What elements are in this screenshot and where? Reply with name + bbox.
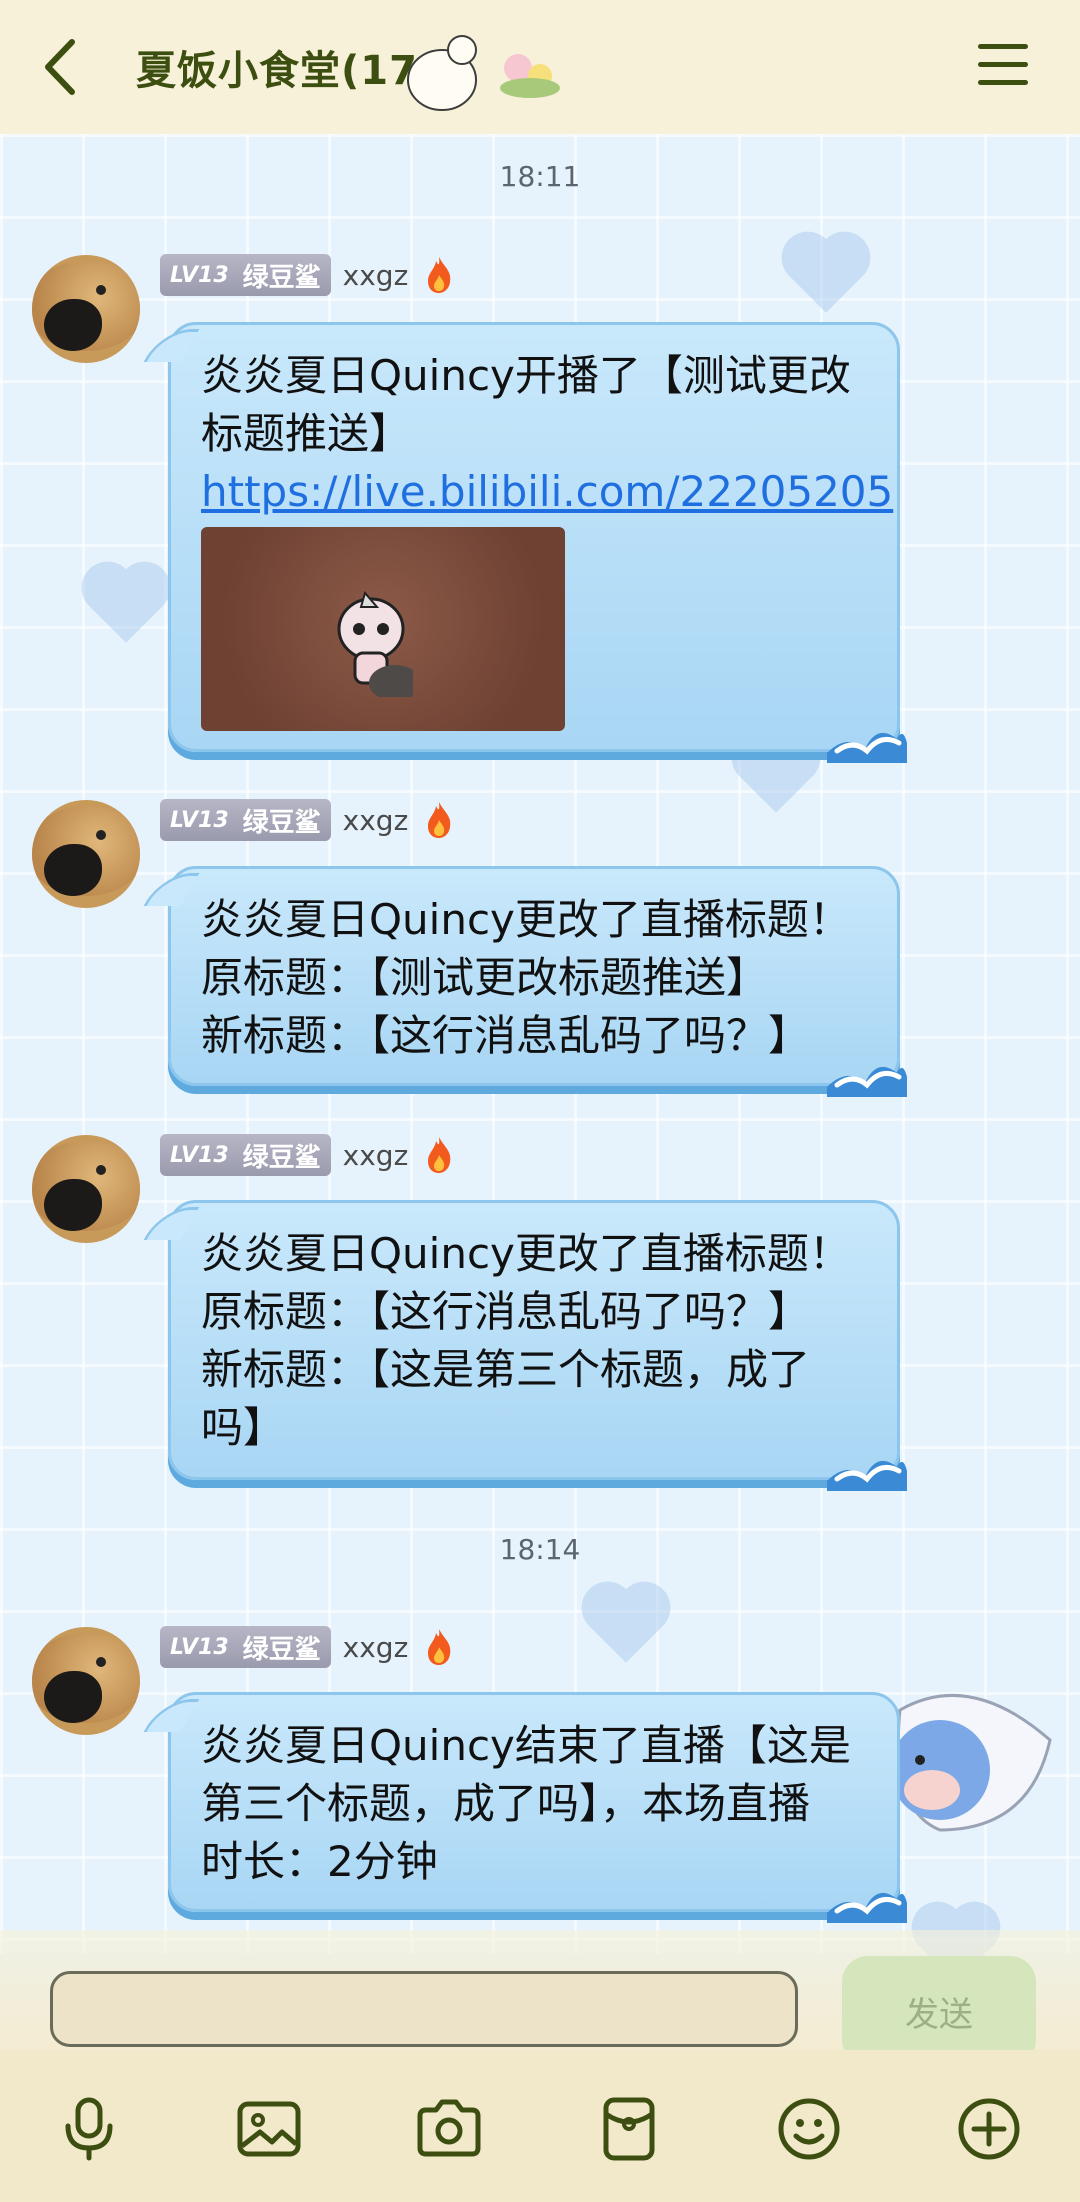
live-link[interactable]: https://live.bilibili.com/22205205 xyxy=(201,463,893,521)
fire-icon xyxy=(428,257,451,293)
message-bubble[interactable]: 炎炎夏日Quincy开播了【测试更改 标题推送】 https://live.bi… xyxy=(168,322,907,763)
timestamp: 18:11 xyxy=(499,160,581,193)
message-text: 炎炎夏日Quincy开播了【测试更改 xyxy=(201,351,851,400)
fire-icon xyxy=(428,1137,451,1173)
game-character-image xyxy=(337,590,413,697)
message-bubble[interactable]: 炎炎夏日Quincy更改了直播标题！ 原标题：【这行消息乱码了吗？】 新标题：【… xyxy=(168,1200,907,1491)
avatar[interactable] xyxy=(32,255,140,363)
message-text: 第三个标题，成了吗】，本场直播 xyxy=(201,1779,811,1828)
emoji-icon[interactable] xyxy=(776,2096,842,2162)
message-text: 吗】 xyxy=(201,1403,286,1452)
wave-decoration-icon xyxy=(827,1066,907,1097)
message-text: 标题推送】 xyxy=(201,409,412,458)
sender-name[interactable]: xxgz xyxy=(343,259,409,292)
wave-decoration-icon xyxy=(827,1892,907,1923)
red-packet-icon[interactable] xyxy=(596,2096,662,2162)
avatar[interactable] xyxy=(32,800,140,908)
sender-name[interactable]: xxgz xyxy=(343,1631,409,1664)
level-badge: LV13 绿豆鲨 xyxy=(160,254,331,296)
message-text: 新标题：【这是第三个标题，成了 xyxy=(201,1345,811,1394)
duck-sticker-decoration xyxy=(407,35,560,111)
message-text: 时长：2分钟 xyxy=(201,1837,438,1886)
fire-icon xyxy=(428,1629,451,1665)
stream-preview-image[interactable] xyxy=(201,527,565,731)
sender-name[interactable]: xxgz xyxy=(343,1139,409,1172)
sender-info: LV13 绿豆鲨 xxgz xyxy=(160,1133,454,1177)
fire-icon xyxy=(428,802,451,838)
chat-header: 夏饭小食堂(175) xyxy=(0,0,1080,134)
sender-info: LV13 绿豆鲨 xxgz xyxy=(160,798,454,842)
camera-icon[interactable] xyxy=(416,2096,482,2162)
sender-info: LV13 绿豆鲨 xxgz xyxy=(160,253,454,297)
plus-icon[interactable] xyxy=(956,2096,1022,2162)
level-badge: LV13 绿豆鲨 xyxy=(160,1626,331,1668)
message-text: 新标题：【这行消息乱码了吗？】 xyxy=(201,1011,811,1060)
message-text: 炎炎夏日Quincy更改了直播标题！ xyxy=(201,1229,851,1278)
timestamp: 18:14 xyxy=(499,1533,581,1566)
back-arrow-icon[interactable] xyxy=(36,36,88,98)
menu-icon[interactable] xyxy=(978,44,1028,88)
level-badge: LV13 绿豆鲨 xyxy=(160,799,331,841)
message-input[interactable] xyxy=(50,1971,798,2047)
image-icon[interactable] xyxy=(236,2096,302,2162)
bottom-toolbar xyxy=(0,2050,1080,2202)
shark-sticker-decoration xyxy=(890,1693,1052,1832)
microphone-icon[interactable] xyxy=(56,2096,122,2162)
sender-name[interactable]: xxgz xyxy=(343,804,409,837)
wave-decoration-icon xyxy=(827,732,907,763)
message-text: 原标题：【测试更改标题推送】 xyxy=(201,953,769,1002)
message-bubble[interactable]: 炎炎夏日Quincy结束了直播【这是 第三个标题，成了吗】，本场直播 时长：2分… xyxy=(168,1692,907,1923)
message-text: 原标题：【这行消息乱码了吗？】 xyxy=(201,1287,811,1336)
wave-decoration-icon xyxy=(827,1460,907,1491)
sender-info: LV13 绿豆鲨 xxgz xyxy=(160,1625,454,1669)
avatar[interactable] xyxy=(32,1135,140,1243)
message-text: 炎炎夏日Quincy结束了直播【这是 xyxy=(201,1721,851,1770)
level-badge: LV13 绿豆鲨 xyxy=(160,1134,331,1176)
avatar[interactable] xyxy=(32,1627,140,1735)
message-bubble[interactable]: 炎炎夏日Quincy更改了直播标题！ 原标题：【测试更改标题推送】 新标题：【这… xyxy=(168,866,907,1097)
message-text: 炎炎夏日Quincy更改了直播标题！ xyxy=(201,895,851,944)
